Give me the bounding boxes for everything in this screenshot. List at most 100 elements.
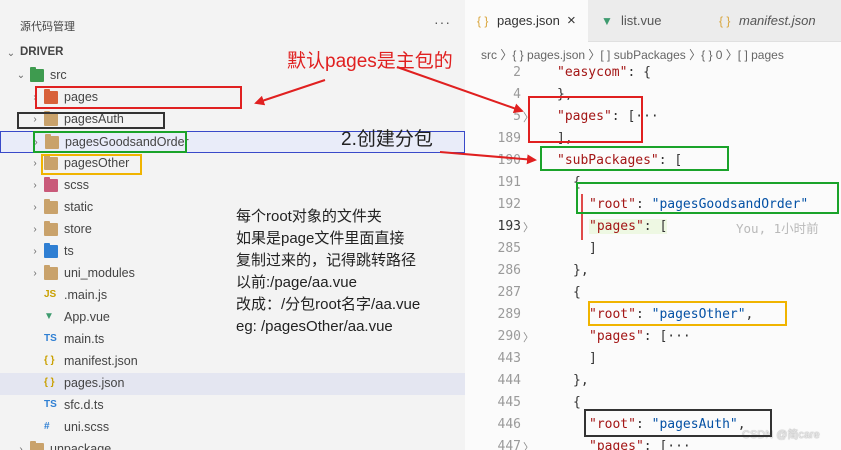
line-number: 191 — [497, 175, 521, 190]
code-line[interactable]: 445 { — [465, 392, 841, 414]
code-text: "root": "pagesGoodsandOrder" — [589, 197, 809, 212]
tree-item-pagesother[interactable]: › pagesOther — [0, 153, 465, 175]
json-file-icon: { } — [44, 355, 55, 366]
tab-list-vue[interactable]: ▼ list.vue — [589, 0, 706, 42]
git-blame-annotation: You, 1小时前 — [736, 221, 819, 236]
chevron-down-icon[interactable]: ⌄ — [6, 48, 16, 60]
line-number: 290 — [497, 329, 521, 344]
close-icon[interactable]: × — [567, 0, 576, 42]
chevron-down-icon[interactable]: ⌄ — [16, 70, 26, 82]
json-file-icon: { } — [719, 14, 731, 28]
tree-item-label: DRIVER — [20, 46, 64, 58]
annotation-note-line: 如果是page文件里面直接 — [236, 230, 405, 247]
folder-icon — [44, 221, 58, 236]
editor-tabs: { } pages.json × ▼ list.vue { } manifest.json — [465, 0, 841, 42]
line-number: 285 — [497, 241, 521, 256]
folder-icon — [30, 67, 44, 82]
tree-item-sfc-d-ts[interactable]: TS sfc.d.ts — [0, 395, 465, 417]
code-line[interactable]: 192 "root": "pagesGoodsandOrder" — [465, 194, 841, 216]
chevron-right-icon[interactable]: › — [30, 224, 40, 236]
chevron-right-icon[interactable]: › — [16, 444, 26, 450]
fold-chevron-icon[interactable]: 〉 — [523, 329, 534, 345]
code-line[interactable]: 285] — [465, 238, 841, 260]
chevron-right-icon[interactable]: › — [30, 92, 40, 104]
folder-icon — [45, 134, 59, 149]
tree-item-uni-scss[interactable]: # uni.scss — [0, 417, 465, 439]
code-text: ] — [589, 241, 597, 256]
line-number: 190 — [497, 153, 521, 168]
code-text: { — [573, 175, 581, 190]
tree-item-pages-json[interactable]: { } pages.json — [0, 373, 465, 395]
annotation-note-line: eg: /pagesOther/aa.vue — [236, 318, 393, 335]
tree-item-label: .main.js — [64, 288, 108, 302]
folder-icon — [44, 155, 58, 170]
line-number: 446 — [497, 417, 521, 432]
tree-item-label: store — [64, 222, 92, 236]
main-package-annotation: 默认pages是主包的 — [287, 51, 453, 72]
tab-pages-json[interactable]: { } pages.json × — [465, 0, 588, 42]
line-number: 445 — [497, 395, 521, 410]
tree-item-label: manifest.json — [64, 354, 138, 368]
code-line[interactable]: 289 "root": "pagesOther", — [465, 304, 841, 326]
code-text: "pages": [··· — [557, 109, 659, 124]
fold-chevron-icon[interactable]: 〉 — [523, 219, 534, 235]
code-line[interactable]: 286}, — [465, 260, 841, 282]
chevron-right-icon[interactable]: › — [30, 246, 40, 258]
chevron-right-icon[interactable]: › — [31, 137, 41, 149]
tab-label: manifest.json — [739, 13, 816, 28]
chevron-right-icon[interactable]: › — [30, 158, 40, 170]
code-line[interactable]: 189], — [465, 128, 841, 150]
line-number: 2 — [513, 65, 521, 80]
annotation-note-line: 改成：/分包root名字/aa.vue — [236, 296, 421, 313]
tree-item-pages[interactable]: › pages — [0, 87, 465, 109]
watermark: CSDN @简care — [742, 429, 820, 441]
tree-item-scss[interactable]: › scss — [0, 175, 465, 197]
code-line[interactable]: 287 { — [465, 282, 841, 304]
line-number: 193 — [497, 219, 521, 234]
code-line[interactable]: 4}, — [465, 84, 841, 106]
folder-icon — [44, 111, 58, 126]
css-file-icon: # — [44, 421, 50, 432]
line-number: 447 — [497, 439, 521, 450]
tab-manifest-json[interactable]: { } manifest.json — [707, 0, 841, 42]
tree-item-unpackage[interactable]: › unpackage — [0, 439, 465, 450]
breadcrumb[interactable]: src 〉{ } pages.json 〉[ ] subPackages 〉{ … — [481, 46, 784, 63]
annotation-note-line: 复制过来的，记得跳转路径 — [236, 252, 417, 269]
code-line[interactable]: 443] — [465, 348, 841, 370]
code-text: ], — [557, 131, 573, 146]
line-number: 443 — [497, 351, 521, 366]
code-line[interactable]: 191 { — [465, 172, 841, 194]
tree-item-label: pagesGoodsandOrder — [65, 135, 189, 149]
tree-item-label: pages.json — [64, 376, 125, 390]
folder-icon — [44, 177, 58, 192]
fold-chevron-icon[interactable]: 〉 — [523, 109, 534, 125]
tree-item-manifest-json[interactable]: { } manifest.json — [0, 351, 465, 373]
sidebar-title: 源代码管理 — [20, 21, 75, 33]
code-line[interactable]: 2 "easycom": { — [465, 62, 841, 84]
json-file-icon: { } — [477, 14, 489, 28]
code-line[interactable]: 190 "subPackages": [ — [465, 150, 841, 172]
tree-item-label: ts — [64, 244, 74, 258]
chevron-right-icon[interactable]: › — [30, 268, 40, 280]
create-subpackage-annotation: 2.创建分包 — [341, 129, 433, 150]
more-actions-icon[interactable]: ··· — [434, 14, 451, 30]
js-file-icon: JS — [44, 289, 57, 300]
chevron-right-icon[interactable]: › — [30, 180, 40, 192]
chevron-right-icon[interactable]: › — [30, 202, 40, 214]
tree-item-label: src — [50, 68, 67, 82]
tree-item-label: uni_modules — [64, 266, 135, 280]
code-line[interactable]: 290 〉 "pages": [··· — [465, 326, 841, 348]
code-text: "subPackages": [ — [557, 153, 683, 168]
fold-chevron-icon[interactable]: 〉 — [523, 439, 534, 450]
ts-file-icon: TS — [44, 333, 57, 344]
line-number: 286 — [497, 263, 521, 278]
tree-item-label: uni.scss — [64, 420, 110, 434]
folder-icon — [44, 243, 58, 258]
chevron-right-icon[interactable]: › — [30, 114, 40, 126]
annotation-note-line: 每个root对象的文件夹 — [236, 208, 382, 225]
code-line[interactable]: 5 〉 "pages": [··· — [465, 106, 841, 128]
tree-item-label: App.vue — [64, 310, 110, 324]
vue-file-icon: ▼ — [44, 311, 54, 322]
code-line[interactable]: 444}, — [465, 370, 841, 392]
annotation-note-line: 以前:/page/aa.vue — [236, 274, 357, 291]
